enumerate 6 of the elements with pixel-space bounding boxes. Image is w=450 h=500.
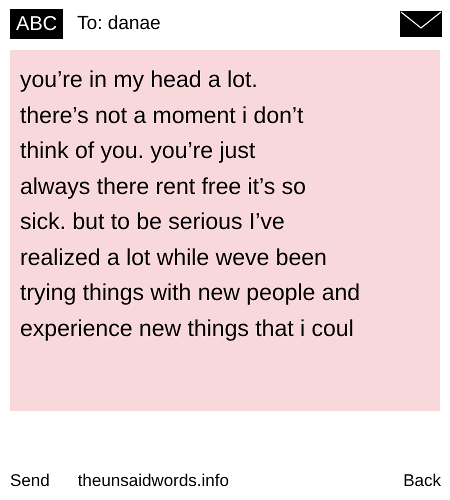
send-softkey[interactable]: Send <box>10 471 50 491</box>
envelope-icon <box>400 11 442 37</box>
input-mode-indicator: ABC <box>10 9 64 39</box>
recipient-label: To: danae <box>77 13 162 35</box>
back-softkey[interactable]: Back <box>403 471 441 491</box>
website-label: theunsaidwords.info <box>78 471 230 491</box>
